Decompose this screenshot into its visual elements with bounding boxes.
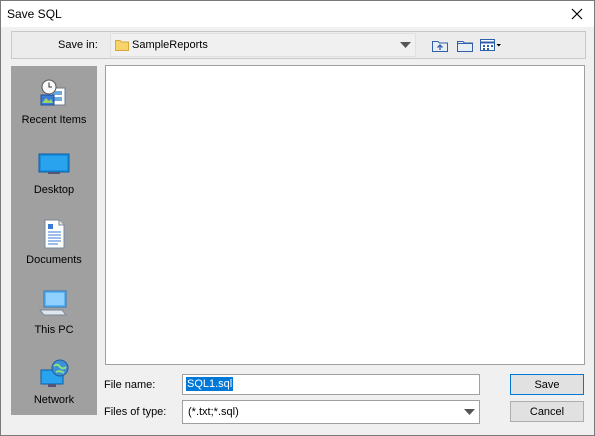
place-documents[interactable]: Documents <box>11 218 97 288</box>
window-title: Save SQL <box>7 7 62 21</box>
file-type-value: (*.txt;*.sql) <box>188 406 239 418</box>
save-sql-dialog: Save SQL Save in: SampleReports Recent I… <box>0 0 595 436</box>
place-this-pc[interactable]: This PC <box>11 288 97 358</box>
file-list-view[interactable] <box>105 65 585 365</box>
place-network[interactable]: Network <box>11 358 97 428</box>
file-type-dropdown-arrow[interactable] <box>459 401 479 423</box>
close-button[interactable] <box>560 1 594 27</box>
network-icon <box>40 359 69 387</box>
file-name-input[interactable]: SQL1.sql <box>182 374 480 395</box>
places-bar: Recent Items Desktop Documents This PC N… <box>11 66 97 415</box>
cancel-button[interactable]: Cancel <box>510 401 584 422</box>
title-bar: Save SQL <box>1 1 594 27</box>
new-folder-button[interactable] <box>455 36 475 54</box>
close-icon <box>571 8 583 20</box>
chevron-down-icon <box>399 42 411 48</box>
place-label: Desktop <box>33 184 75 196</box>
place-label: Documents <box>26 254 82 266</box>
view-menu-button[interactable] <box>479 36 503 54</box>
place-label: Recent Items <box>21 114 87 126</box>
view-menu-icon <box>480 39 501 51</box>
place-label: Network <box>33 394 75 406</box>
chevron-down-icon <box>463 409 475 415</box>
new-folder-icon <box>457 41 473 52</box>
file-type-dropdown[interactable]: (*.txt;*.sql) <box>182 400 480 424</box>
place-desktop[interactable]: Desktop <box>11 148 97 218</box>
desktop-icon <box>38 153 70 174</box>
place-label: This PC <box>34 324 74 336</box>
save-in-toolbar: Save in: SampleReports <box>11 31 586 59</box>
file-type-label: Files of type: <box>104 406 167 418</box>
file-name-value: SQL1.sql <box>186 377 234 391</box>
place-recent-items[interactable]: Recent Items <box>11 78 97 148</box>
documents-icon <box>44 219 65 249</box>
up-folder-button[interactable] <box>430 36 450 54</box>
save-in-label: Save in: <box>58 39 98 51</box>
file-name-label: File name: <box>104 379 156 391</box>
save-in-value: SampleReports <box>132 39 208 51</box>
up-folder-icon <box>432 41 448 52</box>
save-button[interactable]: Save <box>510 374 584 395</box>
folder-icon <box>115 40 129 51</box>
this-pc-icon <box>38 290 68 316</box>
recent-items-icon <box>40 79 66 106</box>
save-in-dropdown-arrow[interactable] <box>395 34 415 56</box>
save-in-dropdown[interactable]: SampleReports <box>110 33 416 57</box>
